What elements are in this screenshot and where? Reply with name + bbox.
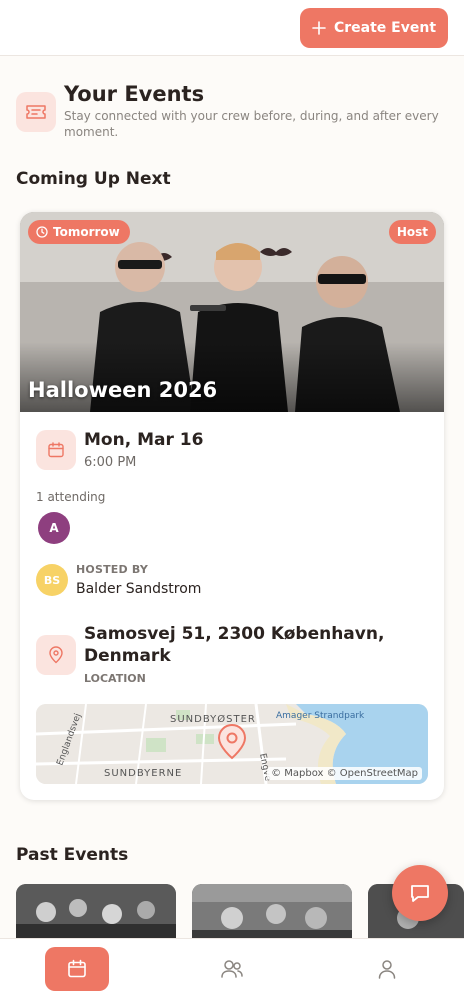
past-event-photo bbox=[192, 884, 352, 944]
bottom-nav bbox=[0, 938, 464, 998]
event-title: Halloween 2026 bbox=[28, 378, 218, 402]
map-pin-icon bbox=[36, 635, 76, 675]
chat-button[interactable] bbox=[392, 865, 448, 921]
host-avatar: BS bbox=[36, 564, 68, 596]
event-location: Samosvej 51, 2300 København, Denmark bbox=[84, 624, 385, 666]
past-event-card[interactable] bbox=[16, 884, 176, 944]
plus-icon bbox=[312, 18, 326, 38]
event-time: 6:00 PM bbox=[84, 455, 137, 470]
ticket-icon bbox=[16, 92, 56, 132]
page-title: Your Events bbox=[64, 82, 205, 106]
event-card[interactable]: Tomorrow Host Halloween 2026 Mon, Mar 16… bbox=[20, 212, 444, 800]
location-map[interactable]: SUNDBYØSTER Amager Strandpark SUNDBYERNE… bbox=[36, 704, 428, 784]
past-event-card[interactable] bbox=[192, 884, 352, 944]
attendee-avatar[interactable]: A bbox=[38, 512, 70, 544]
chat-icon bbox=[411, 885, 429, 902]
host-name: Balder Sandstrom bbox=[76, 581, 202, 597]
map-label-sundbyoster: SUNDBYØSTER bbox=[170, 713, 256, 725]
user-icon bbox=[378, 960, 396, 979]
calendar-icon bbox=[68, 959, 86, 978]
create-event-label: Create Event bbox=[333, 20, 437, 36]
nav-friends[interactable] bbox=[200, 947, 264, 991]
past-event-photo bbox=[16, 884, 176, 944]
map-label-strandpark: Amager Strandpark bbox=[276, 711, 365, 721]
page-subtitle: Stay connected with your crew before, du… bbox=[64, 109, 439, 139]
tomorrow-badge-label: Tomorrow bbox=[53, 225, 120, 239]
attending-count: 1 attending bbox=[36, 490, 106, 504]
past-events-title: Past Events bbox=[16, 845, 129, 865]
host-badge: Host bbox=[388, 220, 436, 244]
create-event-button[interactable]: Create Event bbox=[300, 8, 448, 48]
event-cover-image: Tomorrow Host Halloween 2026 bbox=[20, 212, 444, 412]
top-bar: Create Event bbox=[0, 0, 464, 56]
map-attribution[interactable]: © Mapbox © OpenStreetMap bbox=[267, 767, 422, 780]
nav-profile[interactable] bbox=[355, 947, 419, 991]
nav-events[interactable] bbox=[45, 947, 109, 991]
location-label: LOCATION bbox=[84, 672, 146, 685]
event-date: Mon, Mar 16 bbox=[84, 430, 204, 450]
calendar-icon bbox=[36, 430, 76, 470]
map-label-sundbyerne: SUNDBYERNE bbox=[104, 768, 182, 779]
hosted-by-label: HOSTED BY bbox=[76, 563, 149, 576]
tomorrow-badge: Tomorrow bbox=[28, 220, 130, 244]
coming-up-title: Coming Up Next bbox=[16, 169, 171, 189]
clock-icon bbox=[36, 226, 48, 238]
users-icon bbox=[221, 960, 243, 978]
